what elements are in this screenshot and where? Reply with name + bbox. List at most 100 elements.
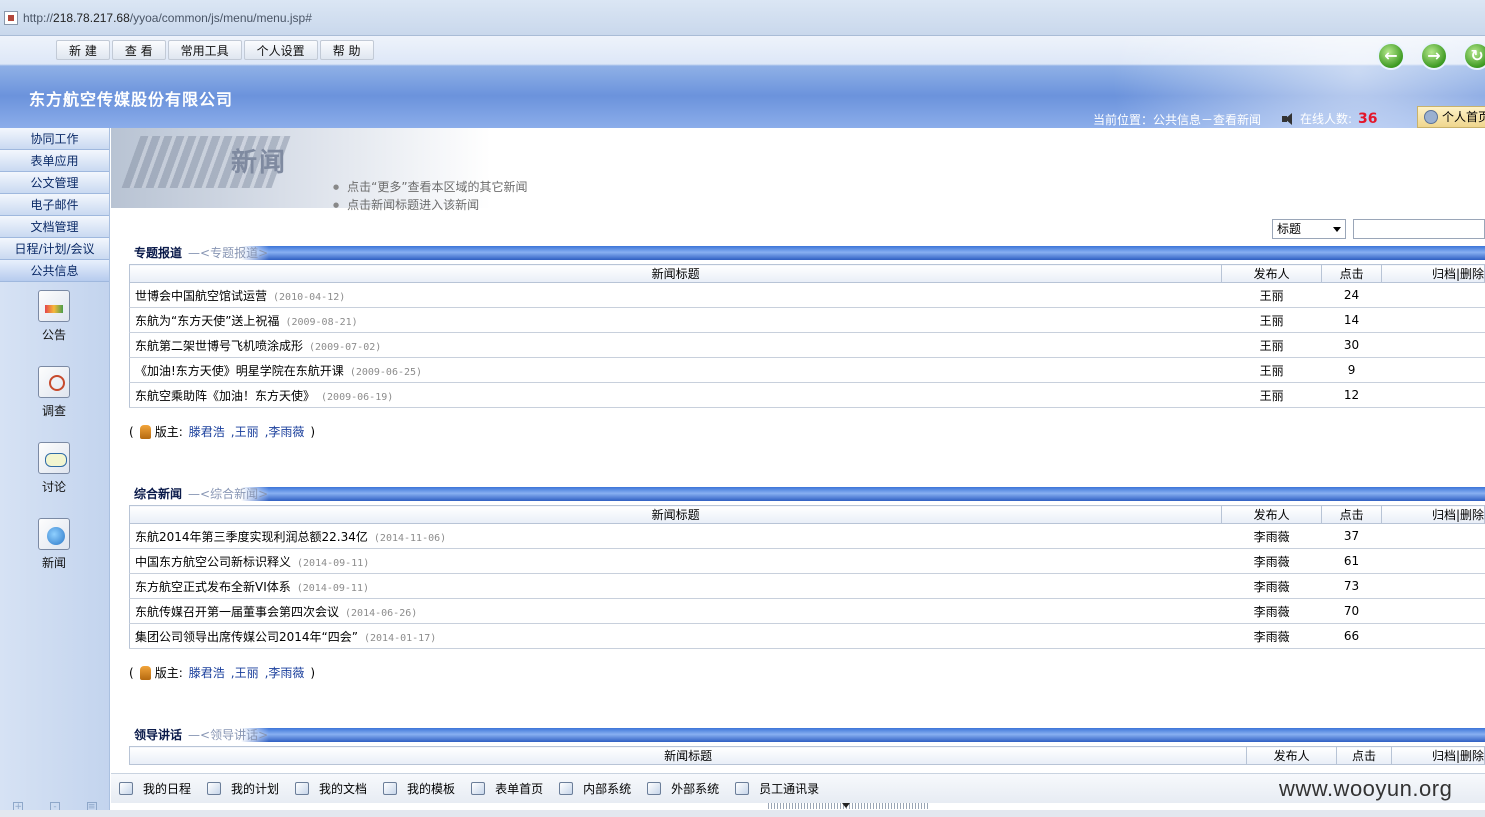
shortcut-label: 外部系统 [671,782,720,796]
news-title-link[interactable]: 东航空乘助阵《加油！东方天使》 (2009-06-19) [129,382,1222,408]
news-clicks: 24 [1321,282,1382,308]
news-label: 新闻 [41,556,66,570]
shortcut-form-home[interactable]: 表单首页 [471,780,543,797]
search-field-value: 标题 [1277,222,1302,236]
editors-label: 版主: [154,425,183,439]
sidebar-link-news[interactable]: 新闻 [0,518,108,592]
page-favicon-icon [4,11,18,25]
section-header: 综合新闻 —<综合新闻> [129,487,1485,501]
sidebar-item-email[interactable]: 电子邮件 [0,194,109,216]
news-title: 东航为“东方天使”送上祝福 [135,313,280,328]
search-field-select[interactable]: 标题 [1272,219,1346,239]
news-clicks: 70 [1321,598,1382,624]
column-publisher: 发布人 [1221,505,1323,524]
section-title[interactable]: 综合新闻 —<综合新闻> [129,485,268,502]
online-count: 36 [1358,110,1378,127]
shortcut-employee-directory[interactable]: 员工通讯录 [735,780,819,797]
editor-link[interactable]: ,王丽 [231,664,259,681]
section-header: 领导讲话 —<领导讲话> [129,728,1485,742]
shortcut-my-documents[interactable]: 我的文档 [295,780,367,797]
url-text[interactable]: http://218.78.217.68/yyoa/common/js/menu… [23,11,312,25]
news-title-link[interactable]: 世博会中国航空馆试运营 (2010-04-12) [129,282,1222,308]
back-icon[interactable]: ← [1377,42,1405,70]
paren-close: ) [310,665,316,680]
shortcut-label: 我的计划 [231,782,280,796]
news-archive-cell [1381,548,1485,574]
editor-link[interactable]: 滕君浩 [189,664,225,681]
app-header: 新 建 查 看 常用工具 个人设置 帮 助 ← → ↻ 东方航空传媒股份有限公司… [0,36,1485,128]
column-clicks: 点击 [1321,264,1383,283]
shortcut-my-plan[interactable]: 我的计划 [207,780,279,797]
internal-system-icon [559,782,574,795]
personal-home-label: 个人首页 [1442,110,1485,124]
news-title: 东航空乘助阵《加油！东方天使》 [135,388,316,403]
toolbar-toggle-handle[interactable] [768,803,928,809]
sidebar-item-schedule[interactable]: 日程/计划/会议 [0,238,109,260]
sidebar-item-collaboration[interactable]: 协同工作 [0,128,109,150]
news-title: 世博会中国航空馆试运营 [135,288,268,303]
menu-view[interactable]: 查 看 [111,40,166,60]
news-title-link[interactable]: 东航传媒召开第一届董事会第四次会议 (2014-06-26) [129,598,1222,624]
news-archive-cell [1381,623,1485,649]
sidebar-item-doc-management[interactable]: 文档管理 [0,216,109,238]
news-icon [38,518,70,550]
forward-icon[interactable]: → [1420,42,1448,70]
column-archive: 归档|删除 [1381,505,1485,524]
sidebar-item-forms[interactable]: 表单应用 [0,150,109,172]
menu-settings[interactable]: 个人设置 [243,40,318,60]
news-title: 东航2014年第三季度实现利润总额22.34亿 [135,529,368,544]
column-title: 新闻标题 [128,264,1223,283]
editor-link[interactable]: ,李雨薇 [265,423,305,440]
sidebar-link-survey[interactable]: 调查 [0,366,108,440]
discussion-label: 讨论 [41,480,66,494]
sidebar-link-announcement[interactable]: 公告 [0,290,108,364]
shortcut-my-schedule[interactable]: 我的日程 [119,780,191,797]
news-title-link[interactable]: 集团公司领导出席传媒公司2014年“四会” (2014-01-17) [129,623,1222,649]
news-clicks: 30 [1321,332,1382,358]
shortcut-external-system[interactable]: 外部系统 [647,780,719,797]
news-title-link[interactable]: 东方航空正式发布全新VI体系 (2014-09-11) [129,573,1222,599]
paren-close: ) [310,424,316,439]
news-title-link[interactable]: 《加油!东方天使》明星学院在东航开课 (2009-06-25) [129,357,1222,383]
menu-new[interactable]: 新 建 [56,40,110,60]
news-date: (2009-08-21) [285,316,358,328]
section-title[interactable]: 领导讲话 —<领导讲话> [129,726,268,743]
shortcut-label: 内部系统 [583,782,632,796]
search-input[interactable] [1353,219,1485,239]
sidebar-link-discussion[interactable]: 讨论 [0,442,108,516]
news-publisher: 王丽 [1221,357,1322,383]
refresh-icon[interactable]: ↻ [1463,42,1485,70]
editor-link[interactable]: ,王丽 [231,423,259,440]
table-row: 东方航空正式发布全新VI体系 (2014-09-11) 李雨薇 73 [129,573,1485,599]
editor-link[interactable]: 滕君浩 [189,423,225,440]
speaker-icon[interactable] [1282,112,1296,126]
column-clicks: 点击 [1336,746,1393,765]
table-row: 中国东方航空公司新标识释义 (2014-09-11) 李雨薇 61 [129,548,1485,574]
news-archive-cell [1381,523,1485,549]
news-title: 东航第二架世博号飞机喷涂成形 [135,338,304,353]
news-date: (2014-09-11) [297,557,370,569]
shortcut-my-templates[interactable]: 我的模板 [383,780,455,797]
menu-tools[interactable]: 常用工具 [167,40,242,60]
news-title-link[interactable]: 东航2014年第三季度实现利润总额22.34亿 (2014-11-06) [129,523,1222,549]
table-row: 东航第二架世博号飞机喷涂成形 (2009-07-02) 王丽 30 [129,332,1485,358]
table-row: 《加油!东方天使》明星学院在东航开课 (2009-06-25) 王丽 9 [129,357,1485,383]
banner-title: 新闻 [231,148,288,178]
news-date: (2009-06-25) [349,366,423,378]
news-publisher: 王丽 [1221,282,1322,308]
news-title-link[interactable]: 东航为“东方天使”送上祝福 (2009-08-21) [129,307,1222,333]
news-title-link[interactable]: 中国东方航空公司新标识释义 (2014-09-11) [129,548,1222,574]
news-archive-cell [1381,382,1485,408]
sidebar-item-documents-official[interactable]: 公文管理 [0,172,109,194]
public-info-icons: 公告 调查 讨论 新闻 [0,282,109,592]
address-bar[interactable]: http://218.78.217.68/yyoa/common/js/menu… [0,0,1485,36]
news-clicks: 66 [1321,623,1382,649]
sidebar-item-public-info[interactable]: 公共信息 [0,260,109,282]
news-title-link[interactable]: 东航第二架世博号飞机喷涂成形 (2009-07-02) [129,332,1222,358]
personal-home-button[interactable]: 个人首页 [1417,106,1485,128]
menu-help[interactable]: 帮 助 [319,40,374,60]
shortcut-internal-system[interactable]: 内部系统 [559,780,631,797]
editor-link[interactable]: ,李雨薇 [265,664,305,681]
news-date: (2010-04-12) [273,291,346,303]
section-title[interactable]: 专题报道 —<专题报道> [129,244,268,261]
